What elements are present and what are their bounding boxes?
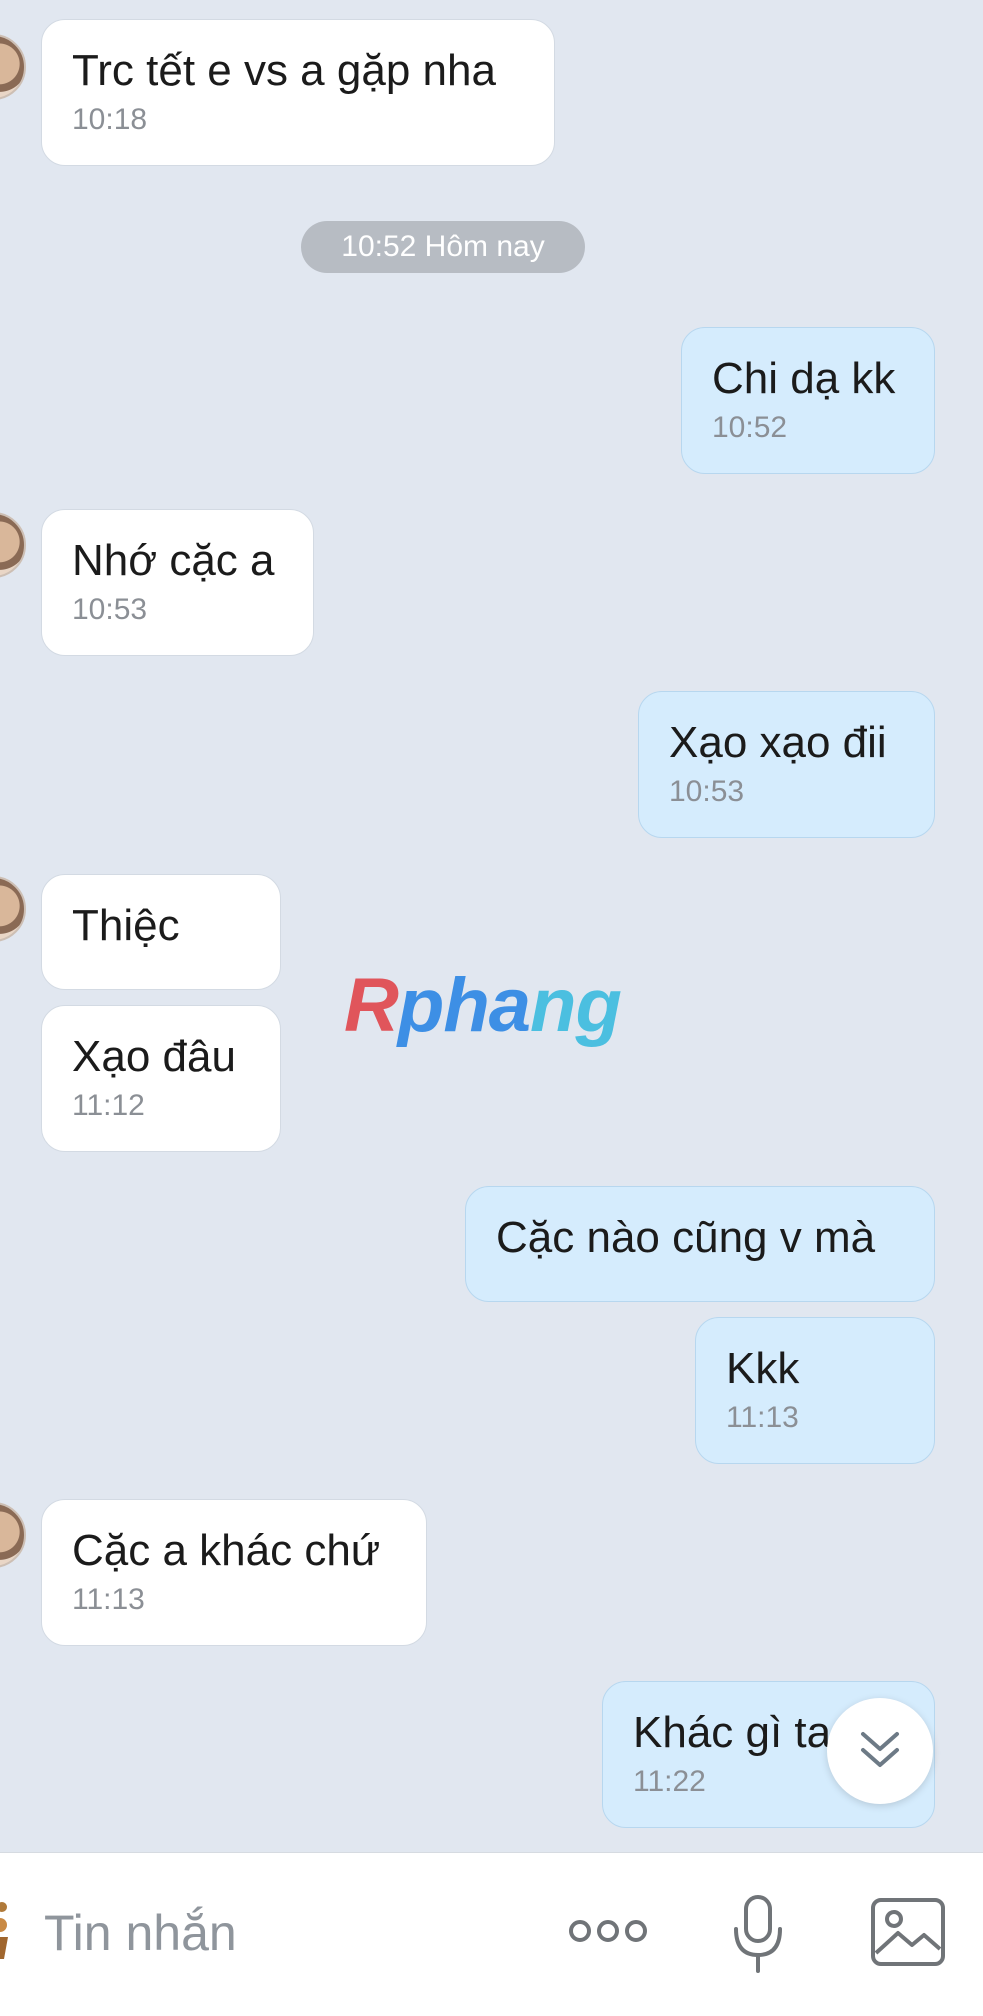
message-bubble-incoming[interactable]: Thiệc <box>41 874 281 990</box>
message-text: Xạo xạo đii <box>669 718 887 767</box>
message-bubble-incoming[interactable]: Nhớ cặc a 10:53 <box>41 509 314 656</box>
message-bubble-outgoing[interactable]: Kkk 11:13 <box>695 1317 935 1464</box>
contact-avatar[interactable] <box>0 34 26 100</box>
message-bubble-outgoing[interactable]: Xạo xạo đii 10:53 <box>638 691 935 838</box>
message-time: 10:18 <box>72 103 148 136</box>
contact-avatar[interactable] <box>0 876 26 942</box>
message-text: Nhớ cặc a <box>72 536 275 585</box>
message-text: Cặc nào cũng v mà <box>496 1213 876 1262</box>
message-time: 11:13 <box>726 1401 799 1434</box>
message-time: 10:53 <box>72 593 148 626</box>
message-time: 11:12 <box>72 1089 145 1122</box>
message-text: Cặc a khác chứ <box>72 1526 381 1575</box>
message-bubble-incoming[interactable]: Xạo đâu 11:12 <box>41 1005 281 1152</box>
chevron-double-down-icon <box>861 1732 899 1767</box>
message-text: Kkk <box>726 1344 800 1393</box>
message-composer <box>0 1852 983 2016</box>
sticker-icon[interactable] <box>0 1893 20 1963</box>
image-icon[interactable] <box>870 1897 946 1967</box>
message-bubble-incoming[interactable]: Trc tết e vs a gặp nha 10:18 <box>41 19 555 166</box>
message-bubble-outgoing[interactable]: Chi dạ kk 10:52 <box>681 327 935 474</box>
watermark-logo: Rphang <box>344 963 622 1048</box>
message-text: Chi dạ kk <box>712 354 896 403</box>
message-text: Trc tết e vs a gặp nha <box>72 46 496 95</box>
message-input[interactable] <box>42 1897 516 1969</box>
date-separator: 10:52 Hôm nay <box>301 221 585 273</box>
message-bubble-incoming[interactable]: Cặc a khác chứ 11:13 <box>41 1499 427 1646</box>
message-time: 10:53 <box>669 775 745 808</box>
message-text: Xạo đâu <box>72 1032 236 1081</box>
message-bubble-outgoing[interactable]: Cặc nào cũng v mà <box>465 1186 935 1302</box>
microphone-icon[interactable] <box>732 1895 784 1975</box>
scroll-to-bottom-button[interactable] <box>827 1698 933 1804</box>
message-time: 10:52 <box>712 411 788 444</box>
message-time: 11:13 <box>72 1583 145 1616</box>
contact-avatar[interactable] <box>0 1502 26 1568</box>
message-text: Thiệc <box>72 901 180 950</box>
more-options-icon[interactable] <box>566 1911 650 1951</box>
contact-avatar[interactable] <box>0 512 26 578</box>
